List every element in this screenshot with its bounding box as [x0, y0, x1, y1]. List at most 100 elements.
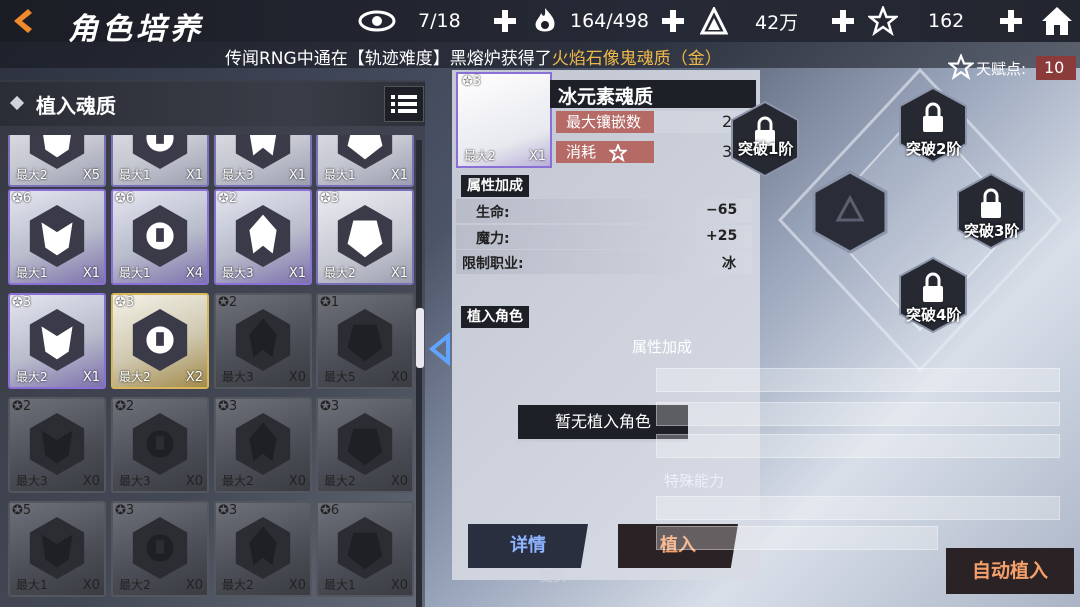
max-slots-label: 最大镶嵌数: [556, 111, 654, 133]
soul-cell[interactable]: ✪3 最大2 X0: [214, 397, 312, 493]
soul-hex-icon: [132, 308, 188, 372]
soul-count: X0: [185, 578, 203, 593]
soul-hex-icon: [235, 308, 291, 372]
add-gem-button[interactable]: [998, 8, 1024, 34]
job-label: 限制职业:: [462, 256, 524, 272]
swap-link[interactable]: 更换: [540, 566, 566, 585]
special-slot-row: [656, 496, 1060, 520]
soul-cell[interactable]: ✪3 最大2 X0: [111, 501, 209, 597]
soul-count: X0: [390, 578, 408, 593]
special-ability-label: 特殊能力: [664, 472, 725, 490]
soul-cell[interactable]: 最大2 X5: [8, 135, 106, 187]
soul-hex-icon: [29, 412, 85, 476]
soul-count: X0: [288, 578, 306, 593]
soul-max-level: 最大2: [222, 474, 254, 488]
soul-cell[interactable]: ✪1 最大5 X0: [316, 293, 414, 389]
center-core-node[interactable]: [812, 170, 888, 254]
soul-cell[interactable]: 最大1 X1: [316, 135, 414, 187]
list-menu-button[interactable]: [384, 86, 424, 122]
soul-cell[interactable]: ✪2 最大3 X1: [214, 189, 312, 285]
soul-cell[interactable]: ✪5 最大1 X0: [8, 501, 106, 597]
soul-cell[interactable]: ✪3 最大2 X1: [316, 189, 414, 285]
talent-points-value: 10: [1044, 58, 1065, 77]
soul-cell[interactable]: ✪2 最大3 X0: [8, 397, 106, 493]
collapse-arrow-icon[interactable]: [424, 332, 454, 366]
job-value: 冰: [722, 256, 736, 272]
soul-stars: ✪3: [12, 295, 32, 310]
soul-cell[interactable]: 最大1 X1: [111, 135, 209, 187]
soul-cell[interactable]: ✪6 最大1 X1: [8, 189, 106, 285]
soul-max-level: 最大3: [222, 266, 254, 280]
soul-name: 冰元素魂质: [558, 86, 654, 108]
soul-max-level: 最大2: [324, 266, 356, 280]
soul-count: X0: [288, 370, 306, 385]
back-arrow-icon[interactable]: [6, 6, 40, 36]
gold-value: 42万: [755, 11, 799, 34]
attr-slot-row: [656, 368, 1060, 392]
detail-button[interactable]: 详情: [468, 524, 588, 568]
stamina-value: 7/18: [418, 10, 461, 32]
soul-cell[interactable]: ✪3 最大2 X1: [8, 293, 106, 389]
soul-cell[interactable]: ✪3 最大2 X0: [214, 501, 312, 597]
mp-label: 魔力:: [476, 231, 510, 247]
soul-cell[interactable]: ✪2 最大3 X0: [214, 293, 312, 389]
breakthrough-label-1: 突破1阶: [738, 140, 794, 158]
implant-section-title: 植入角色: [461, 306, 529, 328]
talent-star-icon: [948, 54, 974, 80]
add-gold-button[interactable]: [830, 8, 856, 34]
selected-soul-icon: ✪3 最大2 X1: [456, 72, 552, 168]
soul-hex-icon: [132, 516, 188, 580]
soul-grid: 最大2 X5 最大1 X1 最大3 X1 最大1 X1 ✪6 最大1 X1 ✪6 最大1 X4 ✪2 最大3 X…: [8, 135, 416, 607]
soul-count: X1: [288, 266, 306, 281]
soul-hex-icon: [235, 516, 291, 580]
soul-max-level: 最大2: [119, 370, 151, 384]
soul-cell[interactable]: ✪6 最大1 X4: [111, 189, 209, 285]
soul-stars: ✪5: [12, 503, 32, 518]
soul-hex-icon: [132, 204, 188, 268]
soul-max-level: 最大1: [324, 168, 356, 182]
hp-value: −65: [706, 202, 738, 218]
soul-max-level: 最大1: [119, 168, 151, 182]
soul-hex-icon: [337, 516, 393, 580]
soul-count: X1: [390, 168, 408, 183]
soul-cell[interactable]: ✪3 最大2 X0: [316, 397, 414, 493]
soul-count: X0: [82, 578, 100, 593]
soul-hex-icon: [337, 412, 393, 476]
soul-max-level: 最大2: [222, 578, 254, 592]
soul-max-level: 最大2: [16, 168, 48, 182]
soul-stars: ✪6: [115, 191, 135, 206]
soul-max-level: 最大1: [16, 266, 48, 280]
soul-cell[interactable]: ✪6 最大1 X0: [316, 501, 414, 597]
special-slot-row: [656, 526, 938, 550]
soul-cell[interactable]: ✪3 最大2 X2: [111, 293, 209, 389]
soul-stars: ✪3: [320, 191, 340, 206]
attr-slot-row: [656, 402, 1060, 426]
soul-stars: ✪3: [115, 295, 135, 310]
soul-count: X2: [185, 370, 203, 385]
hp-label: 生命:: [476, 205, 510, 221]
soul-stars: ✪3: [320, 399, 340, 414]
selected-soul-max: 最大2: [464, 149, 496, 163]
auto-implant-button[interactable]: 自动植入: [946, 548, 1074, 594]
soul-flame-icon: [535, 8, 555, 32]
scrollbar-thumb[interactable]: [416, 308, 424, 368]
soul-count: X0: [390, 474, 408, 489]
scrollbar[interactable]: [416, 140, 422, 607]
soul-max-level: 最大3: [222, 168, 254, 182]
soul-hex-icon: [337, 204, 393, 268]
soul-count: X1: [390, 266, 408, 281]
home-icon[interactable]: [1040, 4, 1074, 38]
soul-count: X1: [82, 370, 100, 385]
star-gem-icon: [868, 6, 898, 36]
add-stamina-button[interactable]: [492, 8, 518, 34]
cost-label: 消耗: [556, 141, 654, 163]
announcement-highlight: 火焰石像鬼魂质（金）: [551, 49, 722, 69]
soul-max-level: 最大3: [16, 474, 48, 488]
gem-value: 162: [928, 10, 965, 32]
soul-max-level: 最大1: [16, 578, 48, 592]
soul-cell[interactable]: 最大3 X1: [214, 135, 312, 187]
add-soul-button[interactable]: [660, 8, 686, 34]
soul-cell[interactable]: ✪2 最大3 X0: [111, 397, 209, 493]
soul-stars: ✪3: [218, 399, 238, 414]
soul-stars: ✪6: [320, 503, 340, 518]
